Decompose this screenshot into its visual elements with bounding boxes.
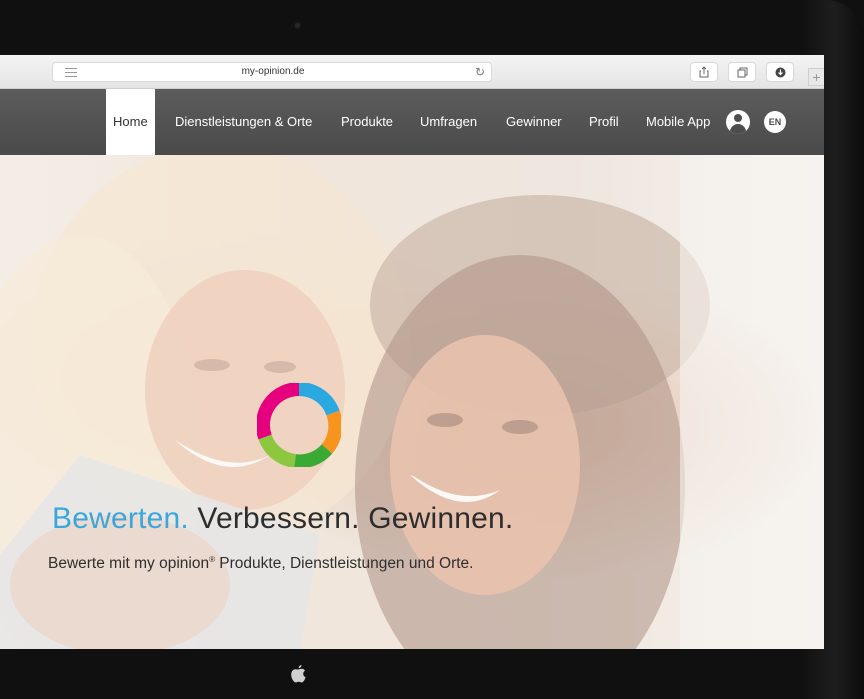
hero-section: Bewerten. Verbessern. Gewinnen. Bewerte … xyxy=(0,155,824,649)
reload-icon[interactable]: ↻ xyxy=(475,65,485,79)
user-icon[interactable] xyxy=(726,110,750,134)
url-text: my-opinion.de xyxy=(241,66,305,77)
headline-accent: Bewerten. xyxy=(52,502,189,535)
hero-headline: Bewerten. Verbessern. Gewinnen. xyxy=(52,502,513,536)
share-icon xyxy=(699,66,709,78)
nav-item-home[interactable]: Home xyxy=(106,89,155,155)
nav-item-winners[interactable]: Gewinner xyxy=(506,89,562,155)
camera-dot xyxy=(294,22,301,29)
apple-logo-icon xyxy=(291,665,306,683)
tabs-button[interactable] xyxy=(728,62,756,82)
site-navigation: Home Dienstleistungen & Orte Produkte Um… xyxy=(0,89,824,155)
hero-overlay xyxy=(0,155,824,649)
nav-item-surveys[interactable]: Umfragen xyxy=(420,89,477,155)
downloads-button[interactable] xyxy=(766,62,794,82)
headline-rest: Verbessern. Gewinnen. xyxy=(197,502,514,535)
subline-after: Produkte, Dienstleistungen und Orte. xyxy=(215,555,474,573)
nav-item-profile[interactable]: Profil xyxy=(589,89,619,155)
new-tab-button[interactable]: + xyxy=(808,68,824,86)
nav-item-mobile-app[interactable]: Mobile App xyxy=(646,89,710,155)
hero-subline: Bewerte mit my opinion® Produkte, Dienst… xyxy=(48,555,473,573)
tablet-device: my-opinion.de ↻ + Home Dienstleistungen … xyxy=(0,0,864,699)
browser-toolbar: my-opinion.de ↻ + xyxy=(0,55,824,89)
subline-before: Bewerte mit my opinion xyxy=(48,555,210,573)
ring-logo-icon xyxy=(257,383,341,467)
language-switch[interactable]: EN xyxy=(764,111,786,133)
downloads-icon xyxy=(775,67,785,78)
nav-item-products[interactable]: Produkte xyxy=(341,89,393,155)
address-bar[interactable]: my-opinion.de ↻ xyxy=(52,62,492,82)
share-button[interactable] xyxy=(690,62,718,82)
nav-item-services-places[interactable]: Dienstleistungen & Orte xyxy=(175,89,312,155)
screen: my-opinion.de ↻ + Home Dienstleistungen … xyxy=(0,55,824,649)
tabs-icon xyxy=(737,67,747,78)
